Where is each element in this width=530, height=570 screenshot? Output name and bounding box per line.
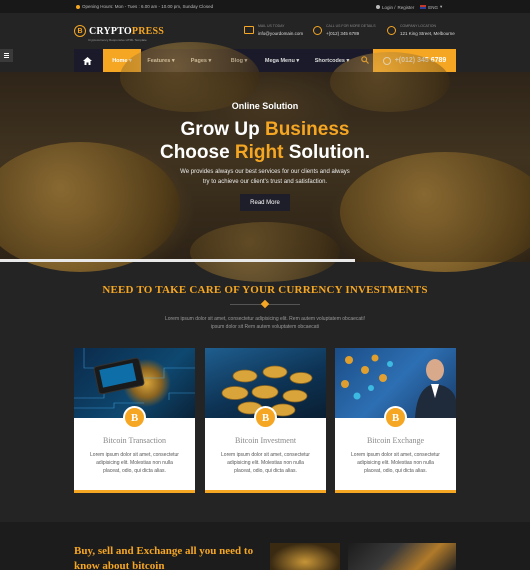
bitcoin-stack-image bbox=[270, 543, 340, 570]
register-link[interactable]: Register bbox=[398, 5, 415, 10]
hero-title-line2: Choose Right Solution. bbox=[159, 142, 371, 163]
call-label: CALL US FOR MORE DETAILS bbox=[326, 24, 376, 28]
location-info: COMPANY LOCATION 121 King Street, Melbou… bbox=[387, 24, 455, 36]
nav-item-mega-menu[interactable]: Mega Menu ▾ bbox=[257, 49, 307, 72]
diamond-icon bbox=[260, 299, 270, 309]
side-panel-toggle[interactable] bbox=[0, 49, 13, 62]
card-title: Bitcoin Transaction bbox=[103, 436, 166, 445]
service-card[interactable]: Bitcoin Exchange Lorem ipsum dolor sit a… bbox=[335, 348, 456, 493]
auth-links: Login / Register bbox=[376, 5, 414, 10]
bottom-section: Buy, sell and Exchange all you need to k… bbox=[0, 522, 530, 570]
clock-icon bbox=[76, 4, 80, 9]
mail-label: MAIL US TODAY bbox=[258, 24, 285, 28]
site-header: B CRYPTOPRESS Cryptocurrency Responsive … bbox=[0, 13, 530, 49]
login-link[interactable]: Login / bbox=[382, 5, 396, 10]
bitcoin-icon: B bbox=[123, 406, 146, 429]
language-label: ENG bbox=[428, 4, 439, 10]
section-title: NEED TO TAKE CARE OF YOUR CURRENCY INVES… bbox=[102, 284, 428, 296]
call-value: +(012) 345 6789 bbox=[326, 31, 360, 36]
home-icon bbox=[83, 56, 92, 65]
service-card[interactable]: Bitcoin Investment Lorem ipsum dolor sit… bbox=[205, 348, 326, 493]
card-title: Bitcoin Exchange bbox=[366, 436, 425, 445]
bottom-section-title: Buy, sell and Exchange all you need to k… bbox=[74, 545, 254, 570]
card-text: Lorem ipsum dolor sit amet, consectetur … bbox=[90, 452, 179, 474]
bitcoin-icon: B bbox=[384, 406, 407, 429]
home-icon-button[interactable] bbox=[74, 49, 101, 72]
location-value: 121 King Street, Melbourne bbox=[400, 31, 455, 36]
call-info: CALL US FOR MORE DETAILS +(012) 345 6789 bbox=[313, 24, 376, 36]
card-text: Lorem ipsum dolor sit amet, consectetur … bbox=[351, 452, 440, 474]
section-description-line1: Lorem ipsum dolor sit amet, consectetur … bbox=[164, 316, 366, 322]
card-title: Bitcoin Investment bbox=[234, 436, 297, 445]
mail-info: MAIL US TODAY info@yourdomain.com bbox=[244, 24, 303, 36]
mail-icon bbox=[244, 26, 254, 34]
hero-description-line2: try to achieve our client's trust and sa… bbox=[202, 179, 328, 185]
location-pin-icon bbox=[387, 26, 396, 35]
phone-icon bbox=[313, 26, 322, 35]
top-bar: Opening Hours: Mon - Tues : 6.00 am - 10… bbox=[0, 0, 530, 13]
card-accent-bar bbox=[335, 490, 456, 493]
logo[interactable]: B CRYPTOPRESS bbox=[74, 25, 164, 37]
hero-subtitle: Online Solution bbox=[231, 101, 299, 111]
logo-tagline: Cryptocurrency Responsive HTML Template bbox=[88, 38, 147, 42]
opening-hours: Opening Hours: Mon - Tues : 6.00 am - 10… bbox=[76, 4, 213, 9]
service-card[interactable]: Bitcoin Transaction Lorem ipsum dolor si… bbox=[74, 348, 195, 493]
language-selector[interactable]: ENG ▾ bbox=[420, 4, 442, 10]
user-icon bbox=[376, 5, 380, 9]
section-description-line2: ipsum dolor sit Rem autem voluptatem obc… bbox=[210, 324, 320, 330]
mail-value[interactable]: info@yourdomain.com bbox=[258, 31, 303, 36]
bitcoin-logo-icon: B bbox=[74, 25, 86, 37]
card-text: Lorem ipsum dolor sit amet, consectetur … bbox=[221, 452, 310, 474]
hero-title-line1: Grow Up Business bbox=[180, 119, 350, 140]
hero-description-line1: We provides always our best services for… bbox=[180, 169, 350, 175]
location-label: COMPANY LOCATION bbox=[400, 24, 436, 28]
menu-icon bbox=[4, 55, 9, 56]
card-accent-bar bbox=[205, 490, 326, 493]
slider-progress-bar bbox=[0, 259, 356, 262]
flag-icon bbox=[420, 5, 427, 9]
chevron-down-icon: ▾ bbox=[440, 4, 443, 9]
bitcoin-hands-image bbox=[348, 543, 456, 570]
opening-hours-text: Opening Hours: Mon - Tues : 6.00 am - 10… bbox=[82, 4, 214, 9]
logo-text: CRYPTOPRESS bbox=[89, 25, 165, 37]
top-bar-right: Login / Register ENG ▾ bbox=[376, 4, 442, 10]
read-more-button[interactable]: Read More bbox=[240, 194, 290, 211]
card-accent-bar bbox=[74, 490, 195, 493]
bitcoin-icon: B bbox=[254, 406, 277, 429]
